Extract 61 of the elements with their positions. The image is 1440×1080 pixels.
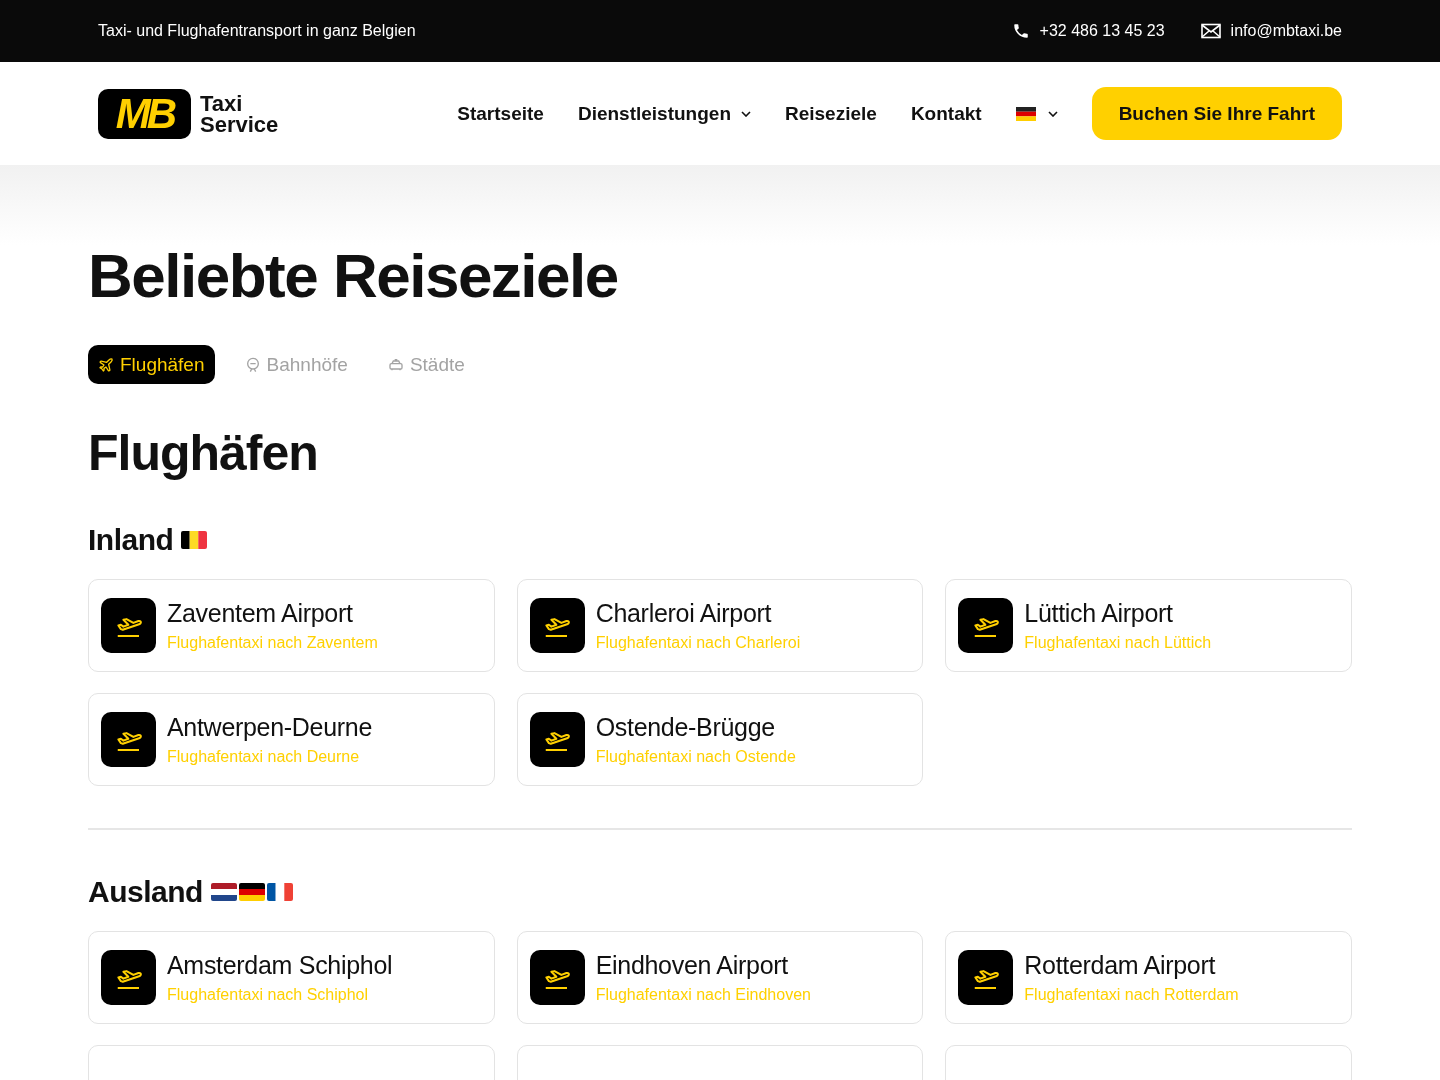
card-title: Ostende-Brügge bbox=[595, 713, 776, 742]
departure-icon bbox=[958, 598, 1014, 653]
book-ride-button[interactable]: Buchen Sie Ihre Fahrt bbox=[1091, 87, 1342, 140]
destination-card[interactable]: Charleroi Airport Flughafentaxi nach Charleroi bbox=[516, 579, 924, 672]
car-icon bbox=[387, 356, 404, 373]
departure-icon bbox=[529, 598, 585, 653]
plane-icon bbox=[98, 356, 114, 373]
card-title: Zaventem Airport bbox=[167, 599, 354, 628]
destination-card[interactable]: Rotterdam Airport Flughafentaxi nach Rotterdam bbox=[945, 931, 1352, 1024]
card-subtitle: Flughafentaxi nach Schiphol bbox=[167, 986, 370, 1004]
card-subtitle: Flughafentaxi nach Deurne bbox=[167, 748, 361, 766]
train-icon bbox=[244, 356, 261, 373]
card-title: Eindhoven Airport bbox=[595, 951, 789, 980]
mail-icon bbox=[1200, 23, 1221, 39]
nav-link[interactable]: Dienstleistungen bbox=[577, 102, 751, 125]
destination-card[interactable]: Antwerpen-Deurne Flughafentaxi nach Deurne bbox=[88, 693, 495, 786]
destination-card[interactable]: Ostende-Brügge Flughafentaxi nach Ostende bbox=[516, 693, 924, 786]
section-title: Flughäfen bbox=[88, 428, 319, 478]
card-title: Rotterdam Airport bbox=[1024, 951, 1217, 980]
logo-text: Service bbox=[200, 113, 279, 135]
group-title: Inland bbox=[88, 523, 174, 557]
card-subtitle: Flughafentaxi nach Charleroi bbox=[595, 634, 801, 652]
logo-mark[interactable]: MB bbox=[98, 88, 191, 139]
page-title: Beliebte Reiseziele bbox=[88, 245, 619, 307]
flag-icon bbox=[1015, 106, 1036, 121]
logo-text: Taxi bbox=[200, 92, 244, 114]
nav-link[interactable]: Startseite bbox=[457, 102, 544, 125]
phone-link[interactable]: +32 486 13 45 23 bbox=[1039, 22, 1165, 40]
departure-icon bbox=[101, 950, 156, 1005]
card-subtitle: Flughafentaxi nach Zaventem bbox=[167, 634, 378, 652]
departure-icon bbox=[958, 950, 1014, 1005]
card-title: Amsterdam Schiphol bbox=[167, 951, 393, 980]
departure-icon bbox=[529, 712, 585, 767]
card-subtitle: Flughafentaxi nach Rotterdam bbox=[1024, 986, 1239, 1004]
destination-card[interactable]: Amsterdam Schiphol Flughafentaxi nach Schiphol bbox=[88, 931, 495, 1024]
destination-card[interactable]: Zaventem Airport Flughafentaxi nach Zaventem bbox=[88, 579, 495, 672]
email-link[interactable]: info@mbtaxi.be bbox=[1230, 22, 1342, 40]
flag-icon bbox=[266, 883, 293, 901]
card-title: Lüttich Airport bbox=[1024, 599, 1174, 628]
card-title: Antwerpen-Deurne bbox=[167, 713, 373, 742]
flag-icon bbox=[181, 531, 208, 549]
departure-icon bbox=[529, 950, 585, 1005]
departure-icon bbox=[101, 598, 156, 653]
card-subtitle: Flughafentaxi nach Eindhoven bbox=[595, 986, 811, 1004]
filter-tab[interactable]: Flughäfen bbox=[88, 345, 215, 384]
destination-card[interactable]: Lüttich Airport Flughafentaxi nach Lüttich bbox=[945, 579, 1352, 672]
flag-icon bbox=[210, 883, 237, 901]
card-subtitle: Flughafentaxi nach Ostende bbox=[595, 748, 796, 766]
flag-icon bbox=[238, 883, 265, 901]
destination-card[interactable]: Eindhoven Airport Flughafentaxi nach Eindhoven bbox=[516, 931, 924, 1024]
group-title: Ausland bbox=[88, 875, 203, 909]
language-selector[interactable] bbox=[1015, 106, 1058, 121]
card-title: Charleroi Airport bbox=[595, 599, 773, 628]
chevron-down-icon bbox=[1047, 110, 1058, 117]
departure-icon bbox=[101, 712, 156, 767]
nav-link[interactable]: Kontakt bbox=[910, 102, 982, 125]
chevron-down-icon bbox=[741, 110, 751, 117]
tagline: Taxi- und Flughafentransport in ganz Belgien bbox=[98, 22, 416, 40]
nav-link[interactable]: Reiseziele bbox=[785, 102, 877, 125]
phone-icon bbox=[1011, 22, 1030, 40]
card-subtitle: Flughafentaxi nach Lüttich bbox=[1024, 634, 1212, 652]
